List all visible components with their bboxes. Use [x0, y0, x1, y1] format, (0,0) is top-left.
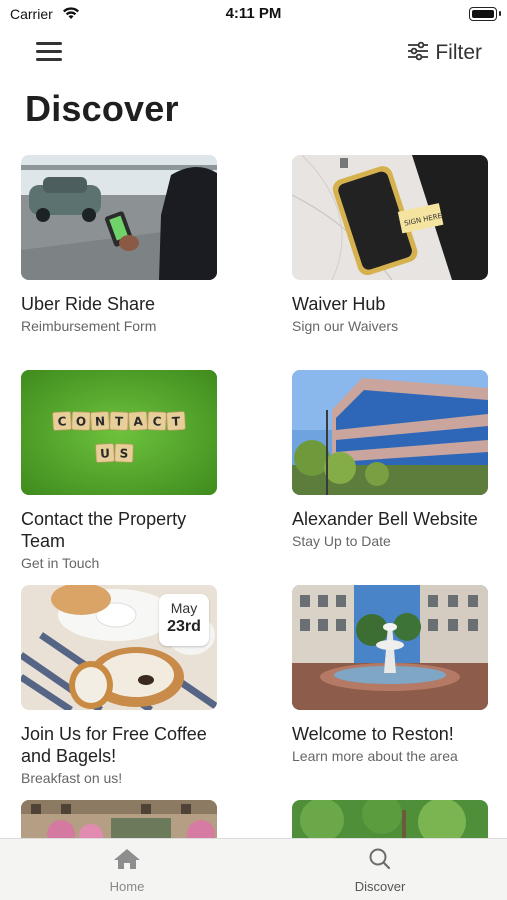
date-badge: May 23rd	[159, 594, 209, 646]
card-subtitle: Sign our Waivers	[292, 318, 399, 334]
card-title: Alexander Bell Website	[292, 509, 478, 529]
card-partial-left[interactable]	[21, 800, 217, 840]
letter-tile: O	[71, 411, 91, 431]
card-title: Uber Ride Share	[21, 294, 156, 314]
letter-tile: C	[52, 411, 72, 431]
card-alexander-bell-website[interactable]: Alexander Bell Website Stay Up to Date	[292, 370, 488, 549]
card-title: Join Us for Free Coffee and Bagels!	[21, 724, 207, 766]
card-image	[21, 155, 217, 280]
letter-tile-text: T	[172, 414, 182, 428]
letter-tile: A	[128, 411, 148, 431]
letter-tile-text: T	[115, 414, 124, 428]
status-time: 4:11 PM	[225, 5, 282, 22]
battery-icon	[469, 7, 501, 21]
tab-bar: Home Discover	[0, 838, 507, 900]
card-image	[292, 800, 488, 840]
card-subtitle: Reimbursement Form	[21, 318, 157, 334]
card-subtitle: Learn more about the area	[292, 748, 458, 764]
card-title: Welcome to Reston!	[292, 724, 454, 744]
card-welcome-to-reston[interactable]: Welcome to Reston! Learn more about the …	[292, 585, 488, 764]
card-waiver-hub[interactable]: SIGN HERE Waiver Hub Sign our Waivers	[292, 155, 488, 334]
letter-tile: T	[109, 411, 129, 431]
letter-tile-text: A	[133, 414, 144, 429]
filter-label: Filter	[435, 41, 482, 64]
card-subtitle: Breakfast on us!	[21, 770, 123, 786]
tab-home-label: Home	[109, 879, 145, 894]
card-contact-property-team[interactable]: CONTACT US Contact the Property Team Get…	[21, 370, 217, 571]
card-title: Contact the Property Team	[21, 509, 187, 551]
menu-button[interactable]	[36, 40, 64, 64]
filter-button[interactable]: Filter	[407, 40, 482, 66]
letter-tile: U	[95, 443, 115, 463]
date-badge-day: 23rd	[167, 618, 201, 635]
card-image: SIGN HERE	[292, 155, 488, 280]
letter-tile-text: N	[95, 414, 106, 429]
letter-tile-text: U	[100, 446, 110, 460]
tab-discover[interactable]: Discover	[330, 847, 430, 894]
card-uber-ride-share[interactable]: Uber Ride Share Reimbursement Form	[21, 155, 217, 334]
card-subtitle: Stay Up to Date	[292, 533, 391, 549]
card-image	[21, 800, 217, 840]
card-coffee-and-bagels[interactable]: May 23rd Join Us for Free Coffee and Bag…	[21, 585, 217, 786]
status-bar: Carrier 4:11 PM	[0, 0, 507, 30]
card-image: May 23rd	[21, 585, 217, 710]
search-icon	[365, 848, 395, 875]
tab-discover-label: Discover	[354, 879, 406, 894]
date-badge-month: May	[170, 600, 198, 616]
letter-tile: S	[114, 443, 134, 463]
card-subtitle: Get in Touch	[21, 555, 100, 571]
tab-home[interactable]: Home	[77, 847, 177, 894]
letter-tile: C	[147, 411, 167, 431]
card-image: CONTACT US	[21, 370, 217, 495]
card-title: Waiver Hub	[292, 294, 386, 314]
sliders-icon	[407, 41, 429, 66]
letter-tile: T	[166, 411, 186, 431]
card-image	[292, 585, 488, 710]
home-icon	[112, 849, 142, 875]
letter-tile-text: S	[119, 446, 128, 460]
hamburger-icon	[36, 42, 62, 45]
card-image	[292, 370, 488, 495]
letter-tile-text: O	[76, 414, 87, 428]
card-partial-right[interactable]	[292, 800, 488, 840]
page-title: Discover	[25, 88, 179, 129]
letter-tile: N	[90, 411, 110, 431]
letter-tile-text: C	[57, 414, 67, 428]
letter-tile-text: C	[152, 414, 161, 428]
